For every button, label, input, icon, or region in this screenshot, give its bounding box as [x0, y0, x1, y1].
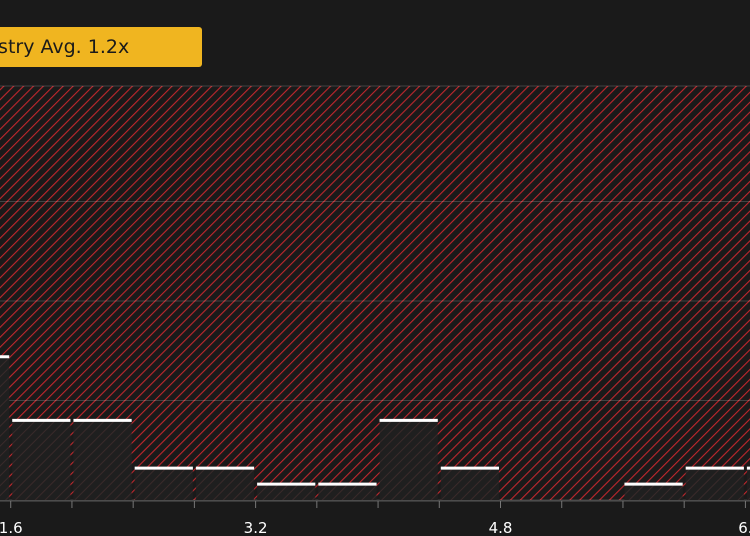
histogram-bar [257, 484, 316, 500]
histogram-bar [440, 468, 500, 500]
histogram-bar [73, 420, 132, 500]
x-tick-label: 3.2 [244, 519, 268, 536]
x-tick-label: 1.6 [0, 519, 23, 536]
x-axis: 1.6 3.2 4.8 6. [0, 500, 750, 536]
histogram-bar [12, 420, 71, 500]
histogram-bar [318, 484, 377, 500]
histogram-bar [685, 468, 744, 500]
x-tick-label: 6. [738, 519, 750, 536]
histogram-bar [624, 484, 683, 500]
histogram-bar [195, 468, 255, 500]
x-tick-label: 4.8 [489, 519, 513, 536]
histogram-bar [0, 356, 10, 500]
histogram-chart: 1.6 3.2 4.8 6. [0, 85, 750, 536]
histogram-bar [134, 468, 193, 500]
histogram-bar [379, 420, 438, 500]
